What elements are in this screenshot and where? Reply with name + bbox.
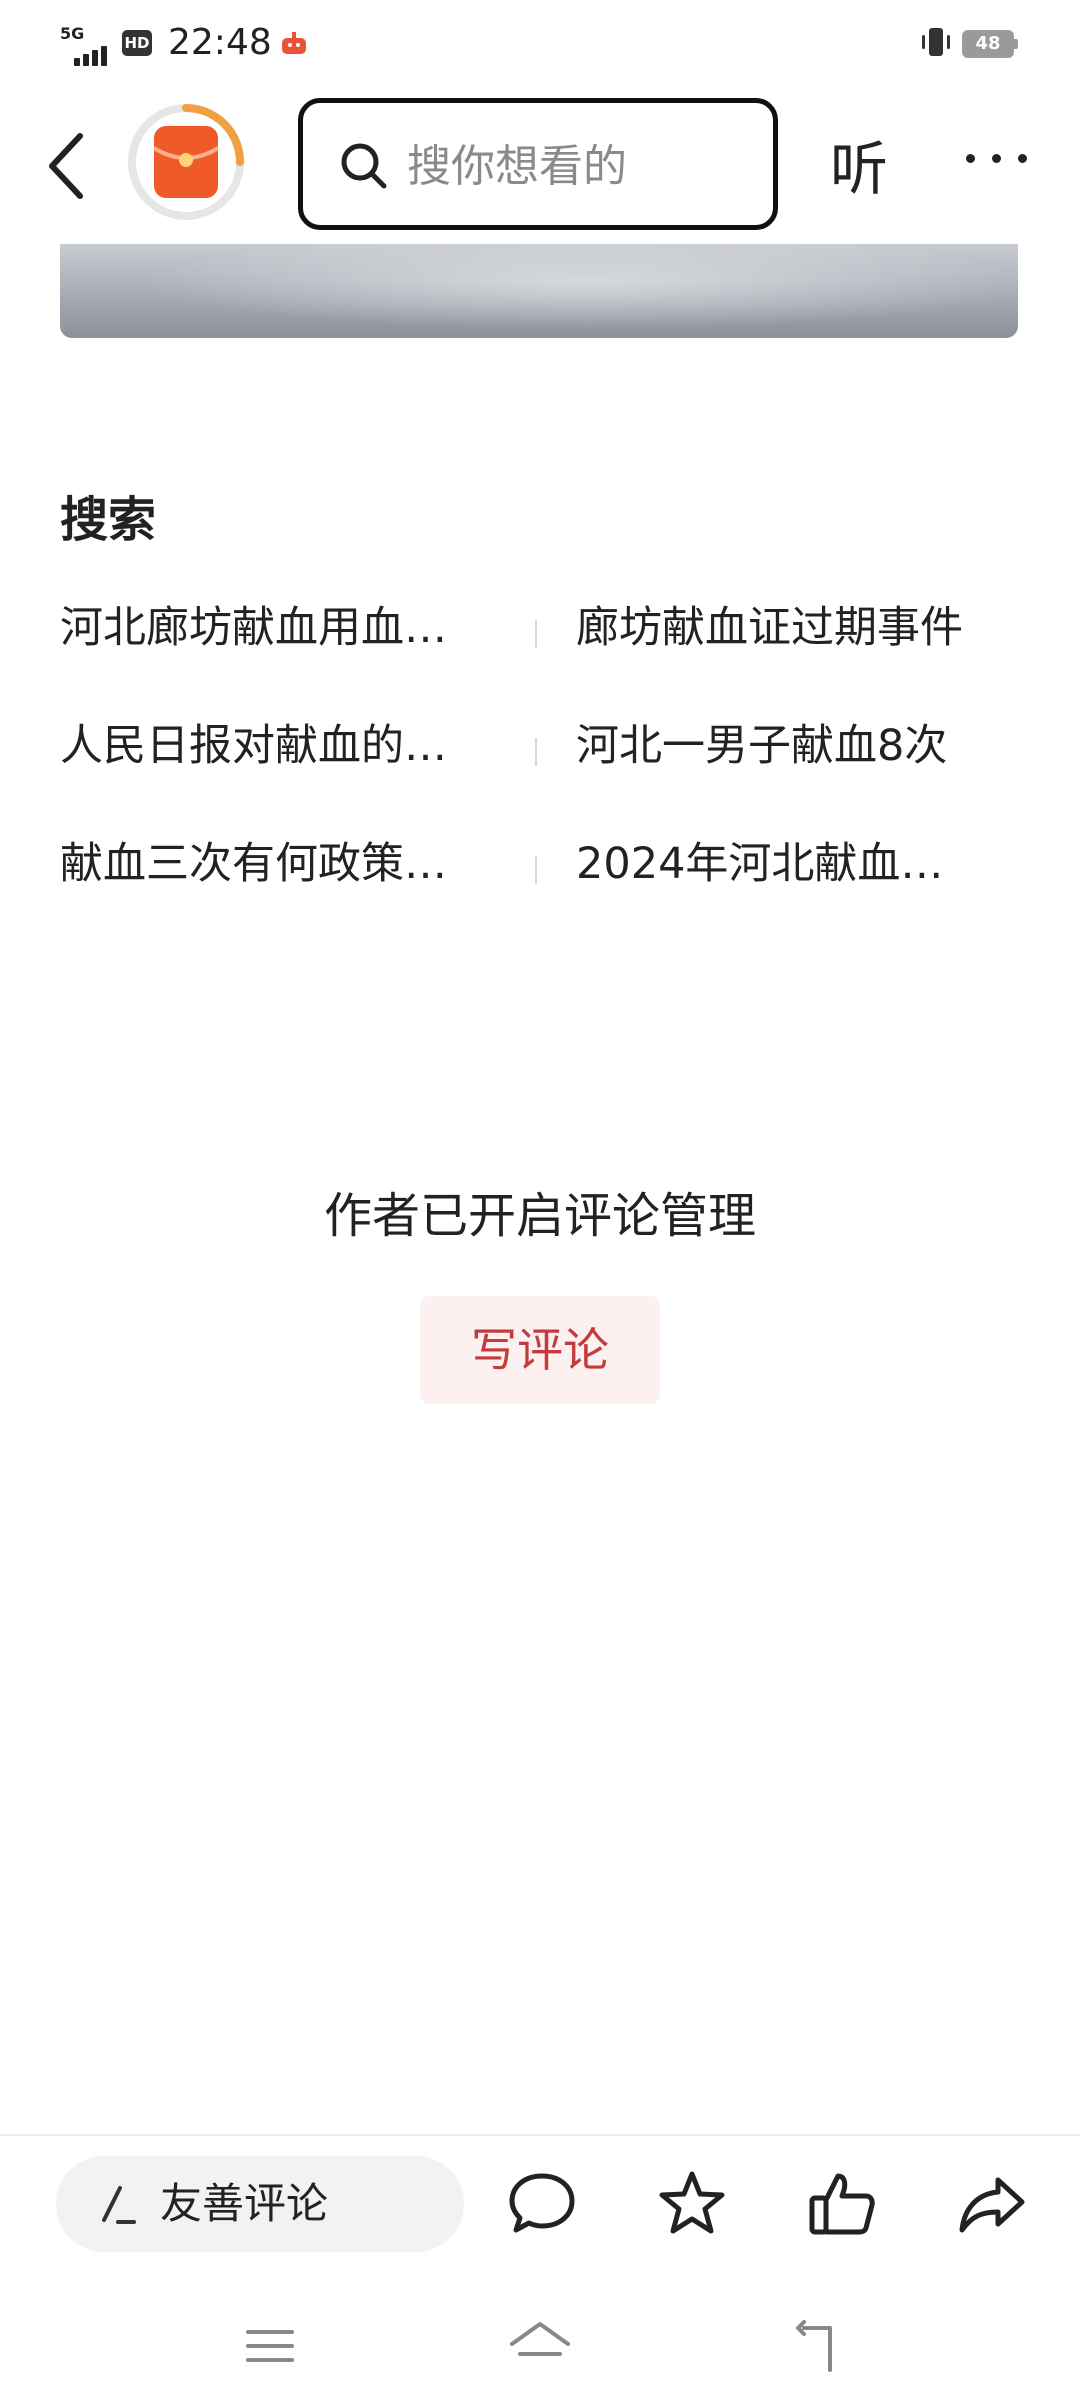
article-page: 5G HD 22:48 48 搜你想看的 听 搜索 河北廊坊献血用血… 廊坊献血… (0, 0, 1080, 2400)
divider (535, 738, 537, 766)
search-input[interactable]: 搜你想看的 (298, 98, 778, 230)
chevron-left-icon (49, 133, 83, 199)
red-packet-icon (128, 104, 244, 220)
signal-icon: 5G (60, 24, 116, 66)
menu-button[interactable] (234, 2310, 306, 2382)
chat-bubble-icon (509, 2173, 575, 2233)
system-nav-bar (0, 2300, 1080, 2400)
star-icon (659, 2171, 725, 2234)
battery-level: 48 (962, 30, 1014, 58)
suggestion-row: 献血三次有何政策… 2024年河北献血… (60, 836, 1020, 954)
network-type: 5G (60, 24, 85, 43)
comment-placeholder: 友善评论 (160, 2179, 329, 2228)
suggestion-item[interactable]: 人民日报对献血的… (60, 718, 490, 774)
suggestion-item[interactable]: 廊坊献血证过期事件 (576, 600, 1026, 656)
hd-badge: HD (122, 30, 152, 56)
notification-app-icon (280, 30, 308, 56)
search-section-title: 搜索 (60, 492, 157, 548)
back-nav-button[interactable] (790, 2310, 862, 2382)
thumbs-up-icon (809, 2173, 875, 2235)
listen-button[interactable]: 听 (830, 122, 888, 206)
search-suggestions: 河北廊坊献血用血… 廊坊献血证过期事件 人民日报对献血的… 河北一男子献血8次 … (60, 600, 1020, 954)
more-dots-icon (966, 154, 975, 163)
like-button[interactable] (804, 2166, 880, 2242)
comment-input[interactable]: 友善评论 (56, 2156, 464, 2252)
clock: 22:48 (168, 22, 272, 63)
back-nav-icon (796, 2320, 832, 2372)
home-button[interactable] (504, 2310, 576, 2382)
pen-icon (92, 2180, 140, 2228)
article-image[interactable] (60, 244, 1018, 338)
suggestion-item[interactable]: 2024年河北献血… (576, 836, 1026, 892)
share-arrow-icon (959, 2177, 1025, 2233)
divider (0, 2134, 1080, 2136)
menu-icon (246, 2330, 294, 2362)
suggestion-item[interactable]: 献血三次有何政策… (60, 836, 490, 892)
write-comment-button[interactable]: 写评论 (420, 1296, 660, 1404)
divider (535, 856, 537, 884)
suggestion-item[interactable]: 河北一男子献血8次 (576, 718, 1026, 774)
favorite-button[interactable] (654, 2166, 730, 2242)
share-button[interactable] (954, 2166, 1030, 2242)
vibrate-icon (918, 24, 954, 60)
comments-button[interactable] (504, 2166, 580, 2242)
more-options-button[interactable] (962, 142, 1032, 172)
battery-icon: 48 (962, 30, 1018, 58)
red-packet-button[interactable] (126, 102, 246, 222)
search-placeholder: 搜你想看的 (407, 141, 627, 192)
status-bar: 5G HD 22:48 48 (0, 0, 1080, 86)
search-icon (339, 141, 389, 191)
divider (535, 620, 537, 648)
back-button[interactable] (40, 128, 96, 204)
suggestion-row: 人民日报对献血的… 河北一男子献血8次 (60, 718, 1020, 836)
comment-management-notice: 作者已开启评论管理 (323, 1188, 756, 1244)
top-bar: 搜你想看的 听 (0, 90, 1080, 240)
suggestion-row: 河北廊坊献血用血… 廊坊献血证过期事件 (60, 600, 1020, 718)
home-icon (510, 2322, 570, 2356)
suggestion-item[interactable]: 河北廊坊献血用血… (60, 600, 490, 656)
